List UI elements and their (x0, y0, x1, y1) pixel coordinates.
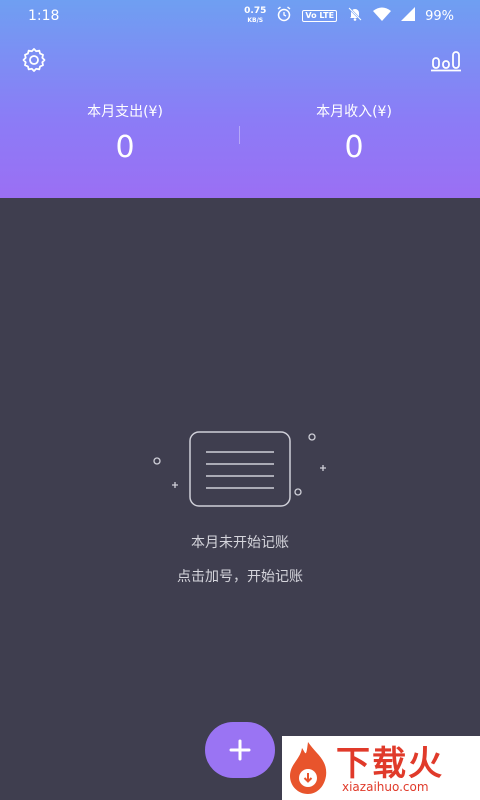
volte-badge: Vo LTE (302, 10, 338, 22)
status-icons: 0.75 KB/S Vo LTE 99% (244, 5, 454, 27)
network-speed-unit: KB/S (247, 17, 264, 24)
header: 1:18 0.75 KB/S Vo LTE 99% 本月支出(¥) 0 本月收入… (0, 0, 480, 198)
bell-off-icon (347, 6, 363, 26)
watermark: 下载火 xiazaihuo.com (282, 736, 480, 800)
status-bar: 1:18 0.75 KB/S Vo LTE 99% (0, 0, 480, 32)
plus-icon (229, 739, 251, 761)
battery-percentage: 99% (425, 8, 454, 24)
status-time: 1:18 (28, 8, 60, 24)
income-value: 0 (344, 130, 364, 165)
empty-state: 本月未开始记账 点击加号，开始记账 (0, 420, 480, 586)
wifi-icon (373, 7, 392, 25)
statistics-button[interactable] (430, 44, 462, 76)
alarm-icon (276, 6, 292, 26)
expense-summary: 本月支出(¥) 0 (5, 100, 245, 168)
watermark-text: 下载火 (336, 744, 444, 784)
network-speed: 0.75 KB/S (244, 7, 266, 25)
expense-value: 0 (115, 130, 135, 165)
flame-logo-icon (290, 742, 327, 794)
empty-hint: 点击加号，开始记账 (177, 569, 303, 585)
income-summary: 本月收入(¥) 0 (234, 100, 474, 168)
empty-notebook-icon (153, 431, 326, 507)
monthly-summary: 本月支出(¥) 0 本月收入(¥) 0 (0, 100, 480, 170)
gear-icon (22, 48, 46, 72)
add-record-button[interactable] (205, 722, 275, 778)
expense-label: 本月支出(¥) (87, 104, 163, 120)
network-speed-value: 0.75 (244, 6, 267, 16)
signal-icon (401, 7, 416, 25)
empty-title: 本月未开始记账 (191, 535, 289, 551)
watermark-url: xiazaihuo.com (342, 780, 429, 794)
settings-button[interactable] (18, 44, 50, 76)
income-label: 本月收入(¥) (316, 104, 392, 120)
bar-chart-icon (431, 51, 461, 72)
